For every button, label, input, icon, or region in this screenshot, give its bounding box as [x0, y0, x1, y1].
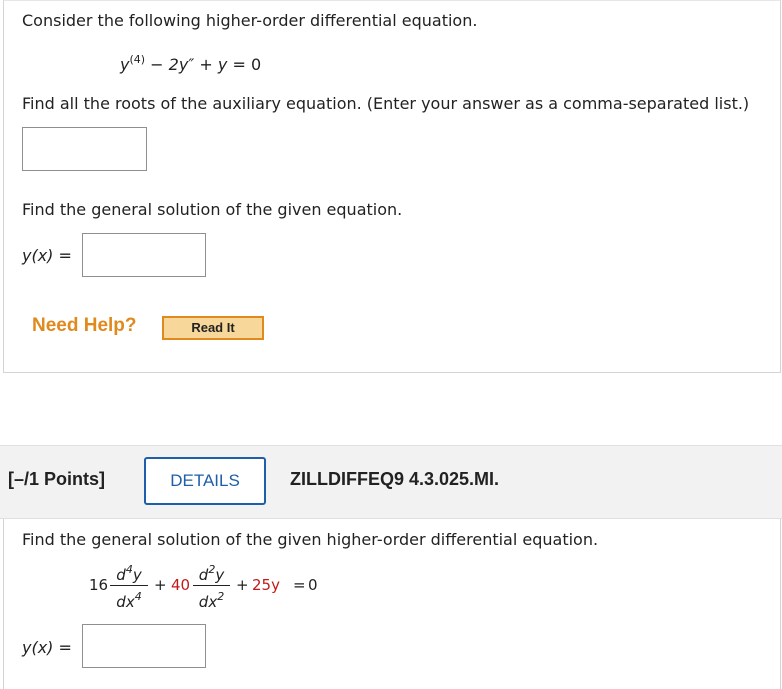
problem-code: ZILLDIFFEQ9 4.3.025.MI.: [290, 469, 500, 489]
frac2-den-sup: 2: [217, 590, 225, 603]
frac1-denominator: dx4: [110, 590, 148, 611]
q2-prompt: Find the general solution of the given h…: [22, 530, 599, 549]
eq-rhs: 0: [250, 55, 262, 74]
eq-term3: y: [217, 55, 228, 74]
frac1-num-sup: 4: [125, 563, 133, 576]
frac1-den-sup: 4: [134, 590, 142, 603]
yx-label-text: y(x) =: [22, 246, 72, 265]
frac2-numerator: d2y: [193, 563, 230, 584]
need-help-label: Need Help?: [32, 315, 137, 336]
frac1-num-y: y: [132, 566, 142, 584]
term-25y: 25y: [252, 576, 280, 594]
q2-general-solution-input[interactable]: [82, 624, 206, 668]
eq-minus: −: [150, 55, 164, 74]
q2-yx-label: y(x) =: [22, 638, 72, 657]
frac2-num-y: y: [215, 566, 225, 584]
points-label: [–/1 Points]: [8, 469, 106, 489]
eq-order-sup: (4): [129, 53, 146, 66]
q1-yx-label: y(x) =: [22, 246, 72, 265]
eq-term2: 2y″: [168, 55, 195, 74]
frac1-num-d: d: [116, 566, 126, 584]
frac2-num-d: d: [198, 566, 209, 584]
q2-rhs: 0: [308, 576, 318, 594]
plus-1: +: [154, 576, 167, 594]
details-button[interactable]: DETAILS: [144, 457, 266, 505]
q1-general-solution-input[interactable]: [82, 233, 206, 277]
plus-2: +: [236, 576, 249, 594]
frac1-den-dx: dx: [116, 593, 135, 611]
q1-intro-text: Consider the following higher-order diff…: [22, 11, 478, 30]
q2-equals: =: [293, 576, 306, 594]
coef-40: 40: [171, 576, 191, 594]
coef-16: 16: [89, 576, 109, 594]
eq-plus: +: [199, 55, 213, 74]
eq-equals: =: [232, 55, 246, 74]
frac1-bar: [110, 585, 148, 586]
read-it-button[interactable]: Read It: [162, 316, 264, 340]
frac2-den-dx: dx: [198, 593, 218, 611]
roots-answer-input[interactable]: [22, 127, 147, 171]
q1-general-prompt: Find the general solution of the given e…: [22, 200, 403, 219]
frac1-numerator: d4y: [110, 563, 148, 584]
q1-roots-prompt: Find all the roots of the auxiliary equa…: [22, 94, 750, 113]
q2-yx-label-text: y(x) =: [22, 638, 72, 657]
frac2-bar: [193, 585, 230, 586]
frac2-denominator: dx2: [193, 590, 230, 611]
q1-equation: y(4) − 2y″ + y = 0: [120, 53, 261, 74]
